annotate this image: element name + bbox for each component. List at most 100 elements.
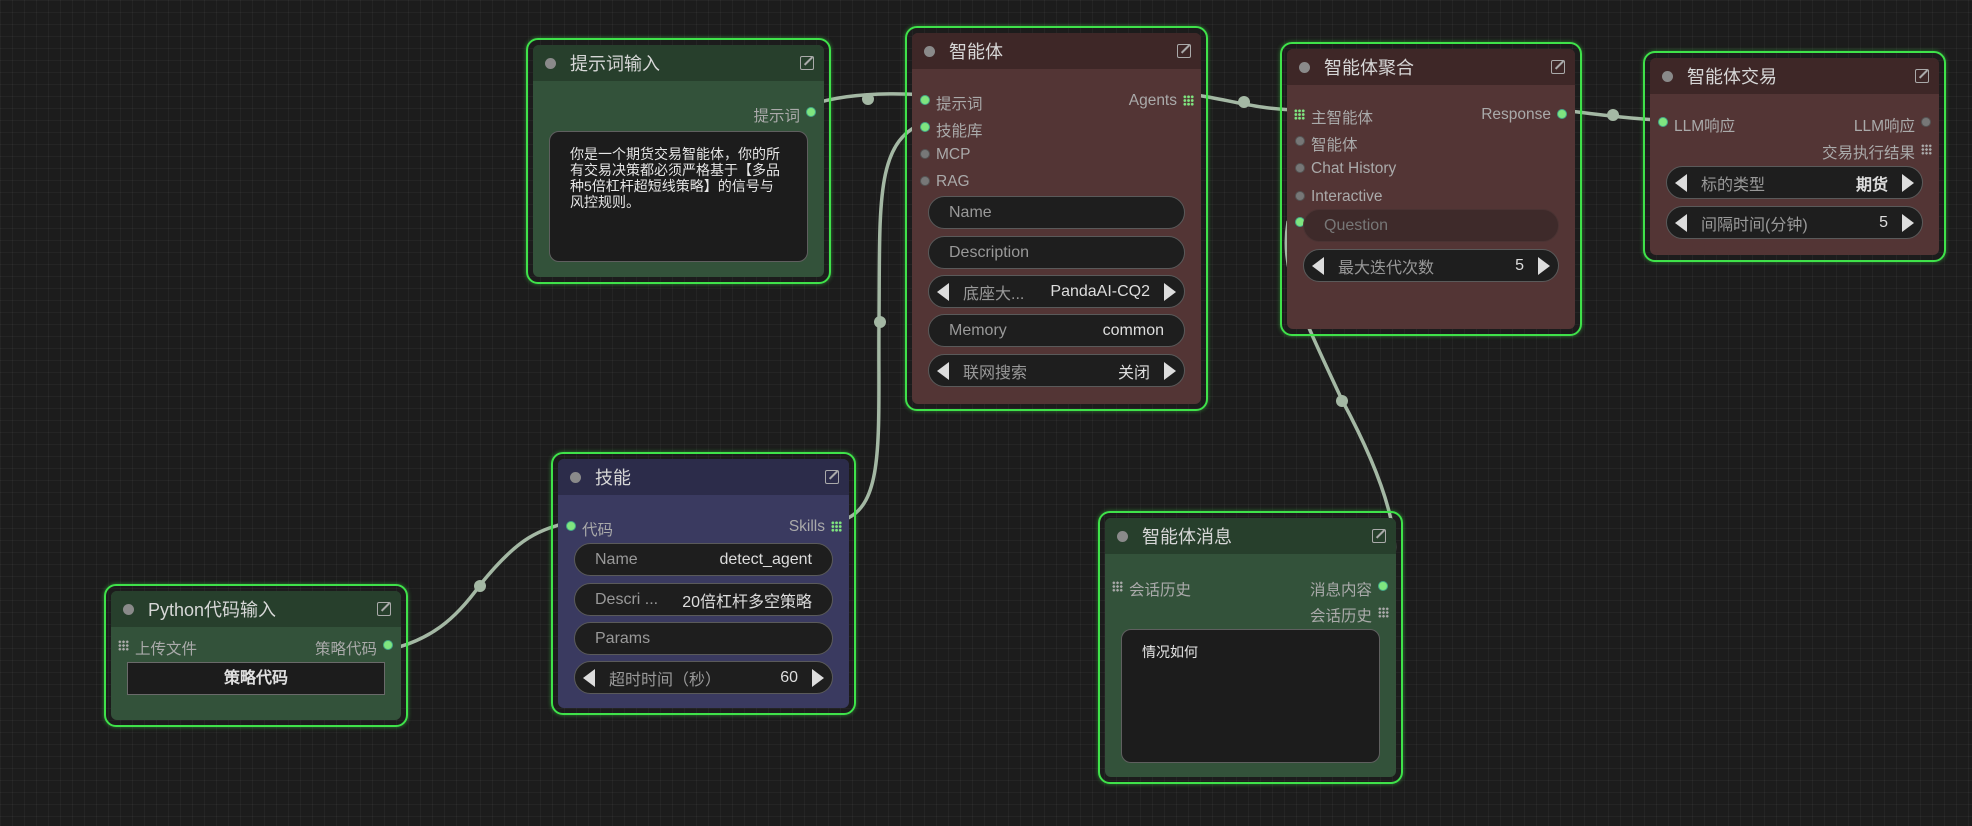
agent-description-input[interactable]: Description	[928, 236, 1185, 269]
arrow-right-icon[interactable]	[1902, 174, 1914, 192]
edit-icon[interactable]	[1915, 69, 1929, 83]
arrow-left-icon[interactable]	[1675, 214, 1687, 232]
web-search-combo[interactable]: 联网搜索 关闭	[928, 354, 1185, 387]
question-input[interactable]: Question	[1303, 209, 1559, 242]
message-io-row[interactable]: 会话历史 消息内容	[1105, 577, 1396, 599]
grid-socket-icon[interactable]	[1183, 95, 1194, 106]
output-slot-prompt[interactable]: 提示词	[533, 103, 824, 125]
arrow-right-icon[interactable]	[1538, 257, 1550, 275]
grid-socket-icon[interactable]	[1378, 607, 1389, 618]
skill-name-field[interactable]: Name detect_agent	[574, 543, 833, 576]
node-header[interactable]: 技能	[558, 459, 849, 495]
arrow-left-icon[interactable]	[937, 283, 949, 301]
output-socket-icon[interactable]	[1557, 109, 1567, 119]
arrow-left-icon[interactable]	[937, 362, 949, 380]
max-iterations-stepper[interactable]: 最大迭代次数 5	[1303, 249, 1559, 282]
input-slot-main-agent[interactable]: 主智能体 Response	[1287, 105, 1575, 127]
input-slot-agent[interactable]: 智能体	[1287, 132, 1575, 154]
input-socket-icon[interactable]	[1658, 117, 1668, 127]
slot-label: RAG	[936, 173, 970, 190]
node-header[interactable]: Python代码输入	[111, 591, 401, 627]
arrow-right-icon[interactable]	[1902, 214, 1914, 232]
grid-socket-icon[interactable]	[1921, 144, 1932, 155]
collapse-dot-icon[interactable]	[123, 603, 134, 615]
timeout-stepper[interactable]: 超时时间（秒） 60	[574, 661, 833, 694]
arrow-left-icon[interactable]	[1675, 174, 1687, 192]
skill-node[interactable]: 技能 代码 Skills Name detect_agent Descri ..…	[551, 452, 856, 715]
agent-name-input[interactable]: Name	[928, 196, 1185, 229]
python-io-row[interactable]: 上传文件 策略代码	[111, 636, 401, 658]
output-slot-trade-result[interactable]: 交易执行结果	[1650, 140, 1939, 162]
input-socket-icon[interactable]	[566, 521, 576, 531]
grid-socket-icon[interactable]	[831, 521, 842, 532]
node-header[interactable]: 提示词输入	[533, 45, 824, 81]
slot-label: Response	[1481, 106, 1551, 123]
agent-message-node[interactable]: 智能体消息 会话历史 消息内容 会话历史 情况如何	[1098, 511, 1403, 784]
slot-label: 会话历史	[1309, 608, 1372, 625]
input-slot-interactive[interactable]: Interactive	[1287, 187, 1575, 207]
prompt-textarea[interactable]: 你是一个期货交易智能体，你的所有交易决策都必须严格基于【多品种5倍杠杆超短线策略…	[549, 131, 808, 262]
input-slot-chat-history[interactable]: Chat History	[1287, 159, 1575, 179]
output-socket-icon[interactable]	[383, 640, 393, 650]
edit-icon[interactable]	[377, 602, 391, 616]
collapse-dot-icon[interactable]	[1299, 61, 1310, 73]
output-socket-icon[interactable]	[1378, 581, 1388, 591]
input-slot-mcp[interactable]: MCP	[912, 145, 1201, 165]
input-slot-rag[interactable]: RAG	[912, 172, 1201, 192]
arrow-left-icon[interactable]	[1312, 257, 1324, 275]
slot-label: MCP	[936, 146, 971, 163]
slot-label: Interactive	[1311, 188, 1383, 205]
skill-description-field[interactable]: Descri ... 20倍杠杆多空策略	[574, 583, 833, 616]
collapse-dot-icon[interactable]	[1117, 530, 1128, 542]
skill-params-field[interactable]: Params	[574, 622, 833, 655]
collapse-dot-icon[interactable]	[570, 471, 581, 483]
edit-icon[interactable]	[1551, 60, 1565, 74]
output-socket-icon[interactable]	[806, 107, 816, 117]
input-slot-prompt[interactable]: 提示词 Agents	[912, 91, 1201, 113]
prompt-input-node[interactable]: 提示词输入 提示词 你是一个期货交易智能体，你的所有交易决策都必须严格基于【多品…	[526, 38, 831, 284]
input-socket-icon[interactable]	[1295, 136, 1305, 146]
grid-socket-icon[interactable]	[1112, 581, 1123, 592]
edit-icon[interactable]	[1372, 529, 1386, 543]
collapse-dot-icon[interactable]	[1662, 70, 1673, 82]
collapse-dot-icon[interactable]	[924, 45, 935, 57]
wire-dot	[862, 93, 874, 105]
arrow-right-icon[interactable]	[1164, 283, 1176, 301]
agent-node[interactable]: 智能体 提示词 Agents 技能库 MCP RAG Name Descript…	[905, 26, 1208, 411]
base-model-combo[interactable]: 底座大... PandaAI-CQ2	[928, 275, 1185, 308]
input-socket-icon[interactable]	[920, 176, 930, 186]
wire-python-to-skill[interactable]	[386, 519, 575, 652]
grid-socket-icon[interactable]	[118, 640, 129, 651]
interval-stepper[interactable]: 间隔时间(分钟) 5	[1666, 206, 1923, 239]
node-header[interactable]: 智能体	[912, 33, 1201, 69]
grid-socket-icon[interactable]	[1294, 109, 1305, 120]
edit-icon[interactable]	[825, 470, 839, 484]
input-socket-icon[interactable]	[1295, 163, 1305, 173]
output-slot-chat-history[interactable]: 会话历史	[1105, 603, 1396, 625]
wire-dot	[1607, 109, 1619, 121]
skill-io-row[interactable]: 代码 Skills	[558, 517, 849, 539]
node-header[interactable]: 智能体聚合	[1287, 49, 1575, 85]
node-header[interactable]: 智能体交易	[1650, 58, 1939, 94]
edit-icon[interactable]	[800, 56, 814, 70]
arrow-right-icon[interactable]	[1164, 362, 1176, 380]
strategy-code-button[interactable]: 策略代码	[127, 662, 385, 695]
agent-aggregate-node[interactable]: 智能体聚合 主智能体 Response 智能体 Chat History Int…	[1280, 42, 1582, 336]
output-socket-icon[interactable]	[1921, 117, 1931, 127]
edit-icon[interactable]	[1177, 44, 1191, 58]
collapse-dot-icon[interactable]	[545, 57, 556, 69]
input-slot-skills[interactable]: 技能库	[912, 118, 1201, 140]
message-textarea[interactable]: 情况如何	[1121, 629, 1380, 763]
input-socket-icon[interactable]	[920, 149, 930, 159]
arrow-right-icon[interactable]	[812, 669, 824, 687]
input-socket-icon[interactable]	[1295, 191, 1305, 201]
agent-trade-node[interactable]: 智能体交易 LLM响应 LLM响应 交易执行结果 标的类型 期货 间隔时间(分钟…	[1643, 51, 1946, 262]
asset-type-combo[interactable]: 标的类型 期货	[1666, 166, 1923, 199]
input-socket-icon[interactable]	[920, 95, 930, 105]
input-socket-icon[interactable]	[920, 122, 930, 132]
node-header[interactable]: 智能体消息	[1105, 518, 1396, 554]
memory-field[interactable]: Memory common	[928, 314, 1185, 347]
python-code-node[interactable]: Python代码输入 上传文件 策略代码 策略代码	[104, 584, 408, 727]
arrow-left-icon[interactable]	[583, 669, 595, 687]
trade-io-row[interactable]: LLM响应 LLM响应	[1650, 113, 1939, 135]
